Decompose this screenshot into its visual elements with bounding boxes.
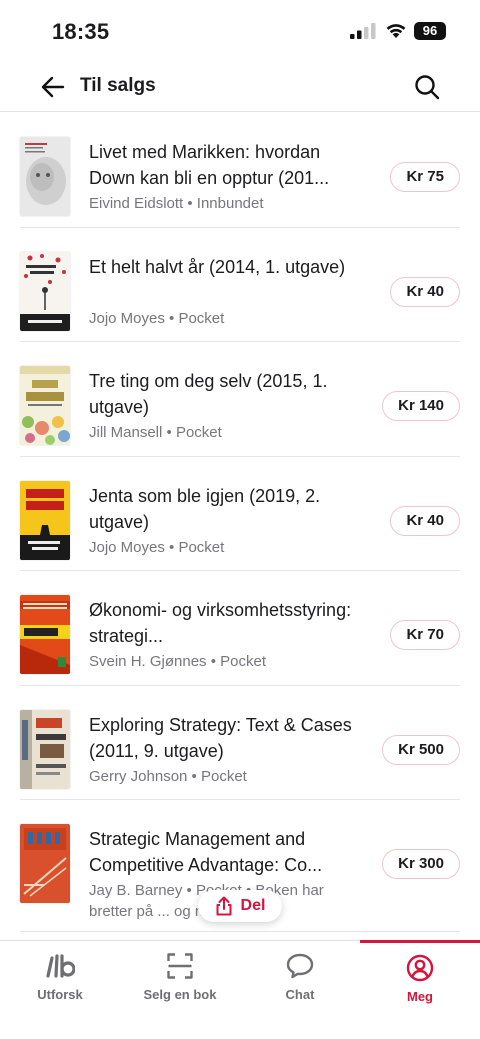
tab-label: Utforsk [37,987,83,1002]
listing-meta: Gerry Johnson • Pocket [89,767,247,785]
book-cover-image [20,137,70,216]
tab-label: Selg en bok [143,987,217,1002]
tab-label: Meg [407,989,433,1004]
page-title: Til salgs [80,75,156,96]
tab-label: Chat [285,987,315,1002]
wifi-icon [386,24,406,38]
price-badge: Kr 140 [382,391,460,421]
listing-meta: Eivind Eidslott • Innbundet [89,195,264,212]
price-badge: Kr 40 [390,276,460,307]
listing-item[interactable]: Et helt halvt år (2014, 1. utgave) Jojo … [20,228,460,342]
book-cover-image [20,366,70,445]
tab-profile[interactable]: Meg [360,940,480,1010]
search-icon [415,75,440,100]
listing-title: Økonomi- og virksomhetsstyring: strategi… [89,600,352,646]
listing-title: Jenta som ble igjen (2019, 2. utgave) [89,485,321,532]
listing-title: Et helt halvt år (2014, 1. utgave) [89,256,346,277]
share-button-label: Del [240,897,266,914]
listing-title: Livet med Marikken: hvordan Down kan bli… [89,142,330,188]
listing-title: Strategic Management and Competitive Adv… [89,829,323,875]
bottom-tab-bar: Utforsk Selg en bok Chat Meg [0,940,480,1039]
book-cover-image [20,709,70,789]
scan-icon [167,953,193,979]
arrow-left-icon [41,76,65,98]
search-button[interactable] [412,72,442,102]
book-cover-image [20,595,70,674]
listing-item[interactable]: Tre ting om deg selv (2015, 1. utgave) J… [20,342,460,457]
listing-list: Livet med Marikken: hvordan Down kan bli… [0,113,480,932]
listing-title: Exploring Strategy: Text & Cases (2011, … [89,714,352,761]
listing-meta: Svein H. Gjønnes • Pocket [89,653,266,670]
tab-chat[interactable]: Chat [240,941,360,1011]
top-app-bar: Til salgs [0,62,480,112]
cellular-signal-icon [350,23,376,39]
chat-icon [286,953,314,979]
back-button[interactable] [38,72,68,102]
share-icon [216,896,232,916]
book-cover-image [20,480,70,560]
price-badge: Kr 300 [382,849,460,879]
tab-explore[interactable]: Utforsk [0,941,120,1011]
listing-item[interactable]: Exploring Strategy: Text & Cases (2011, … [20,686,460,800]
share-button[interactable]: Del [198,890,282,922]
listing-item[interactable]: Jenta som ble igjen (2019, 2. utgave) Jo… [20,457,460,571]
battery-indicator: 96 [414,22,446,40]
book-cover-image [20,251,70,331]
profile-icon [406,954,434,982]
status-time: 18:35 [52,19,110,44]
price-badge: Kr 75 [390,162,460,192]
listing-meta: Jojo Moyes • Pocket [89,309,225,327]
status-bar: 18:35 96 [0,0,480,62]
price-badge: Kr 500 [382,734,460,765]
book-cover-image [20,824,70,903]
tab-sell-book[interactable]: Selg en bok [120,941,240,1011]
price-badge: Kr 40 [390,505,460,536]
listing-item[interactable]: Økonomi- og virksomhetsstyring: strategi… [20,571,460,686]
listing-meta: Jill Mansell • Pocket [89,424,222,441]
price-badge: Kr 70 [390,620,460,650]
listing-meta: Jojo Moyes • Pocket [89,538,225,556]
explore-icon [45,953,75,979]
listing-item[interactable]: Livet med Marikken: hvordan Down kan bli… [20,113,460,228]
listing-title: Tre ting om deg selv (2015, 1. utgave) [89,371,328,417]
